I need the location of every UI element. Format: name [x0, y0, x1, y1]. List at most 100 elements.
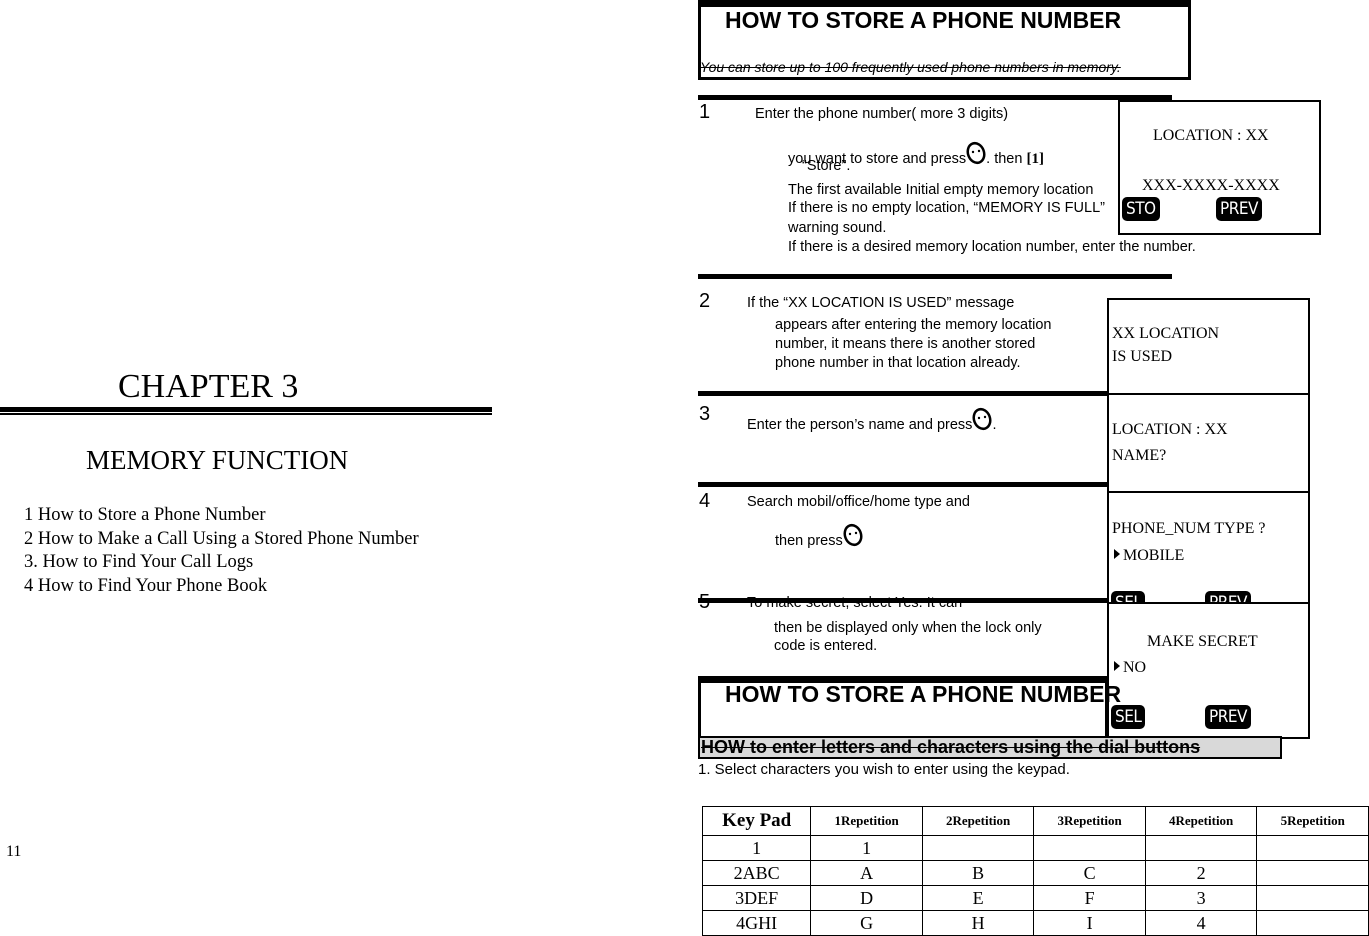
step-number: 4: [699, 490, 711, 512]
column-header: Key Pad: [701, 806, 812, 836]
column-header: 4Repetition: [1144, 806, 1258, 836]
ok-key-icon: [843, 523, 863, 547]
table-header-row: Key Pad 1Repetition 2Repetition 3Repetit…: [701, 806, 1369, 836]
column-header: 5Repetition: [1256, 806, 1369, 836]
step-text-fragment: . then: [986, 151, 1027, 167]
table-cell: 1: [701, 835, 812, 861]
table-cell: B: [921, 860, 1035, 886]
table-cell: [1144, 835, 1258, 861]
toc-item: 1 How to Store a Phone Number: [24, 505, 266, 525]
table-cell: [1256, 835, 1369, 861]
keypad-table: Key Pad 1Repetition 2Repetition 3Repetit…: [701, 806, 1369, 936]
toc-item: 2 How to Make a Call Using a Stored Phon…: [24, 528, 419, 549]
table-cell: D: [810, 885, 923, 911]
table-row: 4GHI G H I 4: [701, 910, 1369, 936]
table-row: 3DEF D E F 3: [701, 885, 1369, 911]
table-cell: [1256, 910, 1369, 936]
table-cell: [1033, 835, 1146, 861]
table-cell: H: [921, 910, 1035, 936]
subheading: HOW to enter letters and characters usin…: [698, 736, 1282, 759]
phone-screen-location-used: XX LOCATION IS USED: [1107, 298, 1310, 396]
table-cell: C: [1033, 860, 1146, 886]
table-row: 2ABC A B C 2: [701, 860, 1369, 886]
step-text-fragment: then press: [775, 533, 843, 549]
step-divider: [698, 391, 1108, 396]
step-number: 3: [699, 403, 711, 425]
step-text-fragment: Enter the person’s name and press: [747, 417, 973, 433]
table-cell: [921, 835, 1035, 861]
softkey-prev[interactable]: PREV: [1205, 705, 1251, 729]
toc-item: 3. How to Find Your Call Logs: [24, 552, 254, 572]
screen-line: LOCATION : XX: [1153, 127, 1269, 144]
softkey-sel[interactable]: SEL: [1111, 705, 1146, 729]
table-row: 1 1: [701, 835, 1369, 861]
screen-line: LOCATION : XX: [1112, 421, 1228, 438]
column-header: 3Repetition: [1033, 806, 1146, 836]
table-cell: 3DEF: [701, 885, 812, 911]
step-text: Enter the person’s name and press.: [747, 407, 996, 434]
table-cell: [1256, 885, 1369, 911]
option-label: NO: [1123, 659, 1147, 676]
chapter-title: CHAPTER 3: [118, 368, 299, 405]
step-text-fragment: .: [992, 417, 997, 433]
step-text: code is entered.: [774, 638, 878, 654]
step-text: number, it means there is another stored: [775, 336, 1036, 352]
step-divider: [698, 95, 1172, 100]
table-cell: 3: [1144, 885, 1258, 911]
step-text: To make secret, select Yes. It can: [747, 595, 963, 611]
chapter-divider: [0, 407, 492, 415]
softkey-sto[interactable]: STO: [1122, 197, 1160, 221]
screen-line: MAKE SECRET: [1147, 633, 1258, 650]
table-cell: F: [1033, 885, 1146, 911]
screen-option: MOBILE: [1114, 547, 1184, 565]
step-divider: [698, 274, 1172, 279]
step-text: then press: [775, 523, 863, 550]
column-header: 1Repetition: [810, 806, 923, 836]
toc-item: 4 How to Find Your Phone Book: [24, 575, 268, 596]
table-cell: A: [810, 860, 923, 886]
key-reference: [1]: [1026, 151, 1044, 167]
table-of-contents: 1 How to Store a Phone Number 2 How to M…: [24, 504, 419, 598]
phone-screen-type: PHONE_NUM TYPE ? MOBILE SEL PREV: [1107, 491, 1310, 605]
step-text: Enter the phone number( more 3 digits): [755, 106, 1009, 122]
screen-line: PHONE_NUM TYPE ?: [1112, 520, 1266, 537]
ok-key-icon: [966, 141, 986, 165]
page-number: 11: [6, 843, 22, 860]
table-cell: 2ABC: [701, 860, 812, 886]
column-header: 2Repetition: [921, 806, 1035, 836]
table-cell: 4: [1144, 910, 1258, 936]
keypad-instruction: 1. Select characters you wish to enter u…: [698, 761, 1070, 778]
step-divider: [698, 598, 1110, 603]
screen-line: XX LOCATION: [1112, 325, 1220, 342]
ok-key-icon: [972, 407, 992, 431]
step-text: then be displayed only when the lock onl…: [774, 620, 1042, 636]
step-divider: [698, 482, 1108, 487]
table-cell: 2: [1144, 860, 1258, 886]
step-text: Search mobil/office/home type and: [747, 494, 971, 510]
step-text: appears after entering the memory locati…: [775, 317, 1052, 333]
screen-line: IS USED: [1112, 348, 1173, 365]
step-text: phone number in that location already.: [775, 355, 1021, 371]
section-heading: HOW TO STORE A PHONE NUMBER: [725, 7, 1122, 33]
table-cell: G: [810, 910, 923, 936]
section-heading: HOW TO STORE A PHONE NUMBER: [725, 681, 1122, 707]
screen-line: XXX-XXXX-XXXX: [1142, 177, 1280, 194]
step-number: 1: [699, 101, 711, 123]
phone-screen-location: LOCATION : XX XXX-XXXX-XXXX STO PREV: [1118, 100, 1321, 235]
softkey-prev[interactable]: PREV: [1216, 197, 1262, 221]
table-cell: [1256, 860, 1369, 886]
step-text: If there is no empty location, “MEMORY I…: [788, 200, 1105, 216]
step-text: If there is a desired memory location nu…: [788, 239, 1196, 255]
screen-option: NO: [1114, 659, 1146, 677]
step-number: 2: [699, 290, 711, 312]
step-text: If the “XX LOCATION IS USED” message: [747, 295, 1015, 311]
selection-arrow-icon: [1114, 549, 1120, 559]
table-cell: E: [921, 885, 1035, 911]
section-title: MEMORY FUNCTION: [86, 445, 349, 475]
step-text: warning sound.: [788, 220, 887, 236]
selection-arrow-icon: [1114, 661, 1120, 671]
option-label: MOBILE: [1123, 547, 1185, 564]
table-cell: 4GHI: [701, 910, 812, 936]
screen-line: NAME?: [1112, 447, 1167, 464]
subheading-text: HOW to enter letters and characters usin…: [701, 737, 1201, 757]
